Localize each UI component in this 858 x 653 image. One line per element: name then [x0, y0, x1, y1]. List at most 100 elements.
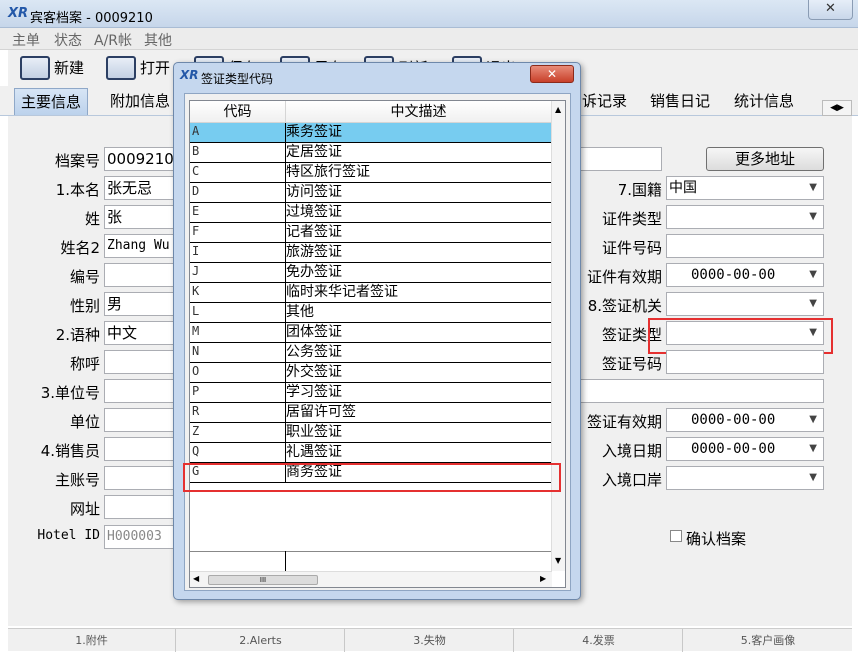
- alerts-button[interactable]: 2.Alerts: [177, 629, 345, 652]
- nationality-dropdown[interactable]: 中国 ▼: [666, 176, 824, 200]
- scroll-left-icon[interactable]: ◀: [193, 574, 199, 583]
- sales-field[interactable]: [104, 437, 174, 461]
- row-description: 访问签证: [286, 184, 342, 200]
- visa-authority-dropdown[interactable]: ▼: [666, 292, 824, 316]
- language-field[interactable]: 中文: [104, 321, 174, 345]
- menu-ar[interactable]: A/R帐: [94, 30, 132, 50]
- menu-main[interactable]: 主单: [12, 30, 40, 50]
- hotel-id-label: Hotel ID: [37, 528, 100, 543]
- grid-row[interactable]: B 定居签证: [190, 143, 552, 163]
- profile-no-field[interactable]: 0009210: [104, 147, 174, 171]
- column-header-description[interactable]: 中文描述: [286, 101, 552, 123]
- title-field[interactable]: [104, 350, 174, 374]
- visa-no-field[interactable]: [666, 350, 824, 374]
- blank-field-row[interactable]: [578, 379, 824, 403]
- entry-date-dropdown[interactable]: 0000-00-00 ▼: [666, 437, 824, 461]
- grid-row[interactable]: N 公务签证: [190, 343, 552, 363]
- tab-scroll-arrows[interactable]: ◀▶: [822, 100, 852, 116]
- surname-label: 姓: [84, 210, 100, 228]
- id-no-field[interactable]: [666, 234, 824, 258]
- grid-row[interactable]: L 其他: [190, 303, 552, 323]
- visa-expiry-dropdown[interactable]: 0000-00-00 ▼: [666, 408, 824, 432]
- column-header-code[interactable]: 代码: [190, 101, 286, 123]
- tab-statistics[interactable]: 统计信息: [728, 88, 800, 115]
- grid-row[interactable]: A 乘务签证: [190, 123, 552, 143]
- grid-row[interactable]: Q 礼遇签证: [190, 443, 552, 463]
- chevron-down-icon: ▼: [809, 298, 817, 309]
- menu-status[interactable]: 状态: [54, 30, 82, 50]
- gender-field[interactable]: 男: [104, 292, 174, 316]
- row-code: K: [192, 284, 200, 298]
- dialog-body: 代码 中文描述 A 乘务签证 B 定居签证 C 特区旅行签证 D 访问签证 E 过境签证 F 记者签证…: [184, 93, 571, 591]
- confirm-profile-label: 确认档案: [686, 530, 747, 548]
- row-description: 过境签证: [286, 204, 342, 220]
- scroll-down-icon[interactable]: ▼: [555, 556, 561, 565]
- grid-row[interactable]: Z 职业签证: [190, 423, 552, 443]
- dialog-title: 签证类型代码: [201, 72, 274, 86]
- scroll-right-icon[interactable]: ▶: [540, 574, 546, 583]
- visa-expiry-value: 0000-00-00: [691, 412, 776, 428]
- grid-row[interactable]: R 居留许可签: [190, 403, 552, 423]
- tab-sales-diary[interactable]: 销售日记: [644, 88, 716, 115]
- row-description: 团体签证: [286, 324, 342, 340]
- grid-row[interactable]: C 特区旅行签证: [190, 163, 552, 183]
- window-close-button[interactable]: ✕: [808, 0, 853, 20]
- grid-row[interactable]: I 旅游签证: [190, 243, 552, 263]
- website-field[interactable]: [104, 495, 174, 519]
- id-type-dropdown[interactable]: ▼: [666, 205, 824, 229]
- chevron-down-icon: ▼: [809, 443, 817, 454]
- grid-row[interactable]: P 学习签证: [190, 383, 552, 403]
- chevron-down-icon: ▼: [809, 414, 817, 425]
- lost-found-button[interactable]: 3.失物: [346, 629, 514, 652]
- surname-field[interactable]: 张: [104, 205, 174, 229]
- grid-row[interactable]: O 外交签证: [190, 363, 552, 383]
- chevron-down-icon: ▼: [809, 269, 817, 280]
- chevron-down-icon: ▼: [809, 472, 817, 483]
- id-expiry-dropdown[interactable]: 0000-00-00 ▼: [666, 263, 824, 287]
- chevron-down-icon: ▼: [809, 182, 817, 193]
- id-type-label: 证件类型: [601, 210, 662, 228]
- company-field[interactable]: [104, 408, 174, 432]
- code-label: 编号: [69, 268, 100, 286]
- tab-main-info[interactable]: 主要信息: [14, 88, 89, 115]
- new-button[interactable]: 新建: [20, 54, 100, 82]
- master-account-field[interactable]: [104, 466, 174, 490]
- chevron-down-icon: ▼: [809, 211, 817, 222]
- window-title: 宾客档案 - 0009210: [30, 11, 153, 26]
- invoice-button[interactable]: 4.发票: [515, 629, 683, 652]
- horizontal-scrollbar[interactable]: ◀ III ▶: [190, 571, 552, 587]
- row-code: Q: [192, 444, 200, 458]
- grid-row[interactable]: D 访问签证: [190, 183, 552, 203]
- company-no-field[interactable]: [104, 379, 174, 403]
- row-description: 旅游签证: [286, 244, 342, 260]
- title-bar: XR 宾客档案 - 0009210 ✕: [0, 0, 858, 28]
- entry-port-dropdown[interactable]: ▼: [666, 466, 824, 490]
- menu-other[interactable]: 其他: [144, 30, 172, 50]
- grid-row[interactable]: F 记者签证: [190, 223, 552, 243]
- more-address-button[interactable]: 更多地址: [706, 147, 824, 171]
- horizontal-scroll-thumb[interactable]: III: [208, 575, 318, 585]
- code-field[interactable]: [104, 263, 174, 287]
- grid-row[interactable]: K 临时来华记者签证: [190, 283, 552, 303]
- customer-portrait-button[interactable]: 5.客户画像: [684, 629, 852, 652]
- grid-row[interactable]: J 免办签证: [190, 263, 552, 283]
- row-code: N: [192, 344, 200, 358]
- grid-row[interactable]: M 团体签证: [190, 323, 552, 343]
- name2-field[interactable]: Zhang Wu: [104, 234, 174, 258]
- vertical-scrollbar[interactable]: ▲ ▼: [551, 101, 565, 571]
- attachments-button[interactable]: 1.附件: [8, 629, 176, 652]
- name-field[interactable]: 张无忌: [104, 176, 174, 200]
- grid-row[interactable]: E 过境签证: [190, 203, 552, 223]
- entry-date-label: 入境日期: [601, 442, 662, 460]
- scroll-up-icon[interactable]: ▲: [555, 105, 561, 114]
- website-label: 网址: [69, 500, 100, 518]
- dialog-close-button[interactable]: ✕: [530, 65, 574, 83]
- row-code: J: [192, 264, 200, 278]
- tab-complaint-record[interactable]: 诉记录: [576, 88, 633, 115]
- address-field[interactable]: [578, 147, 662, 171]
- hotel-id-field[interactable]: H000003: [104, 525, 174, 549]
- entry-port-label: 入境口岸: [601, 471, 662, 489]
- tab-additional-info[interactable]: 附加信息: [104, 88, 176, 115]
- confirm-profile-checkbox[interactable]: [670, 530, 682, 542]
- master-account-label: 主账号: [54, 471, 100, 489]
